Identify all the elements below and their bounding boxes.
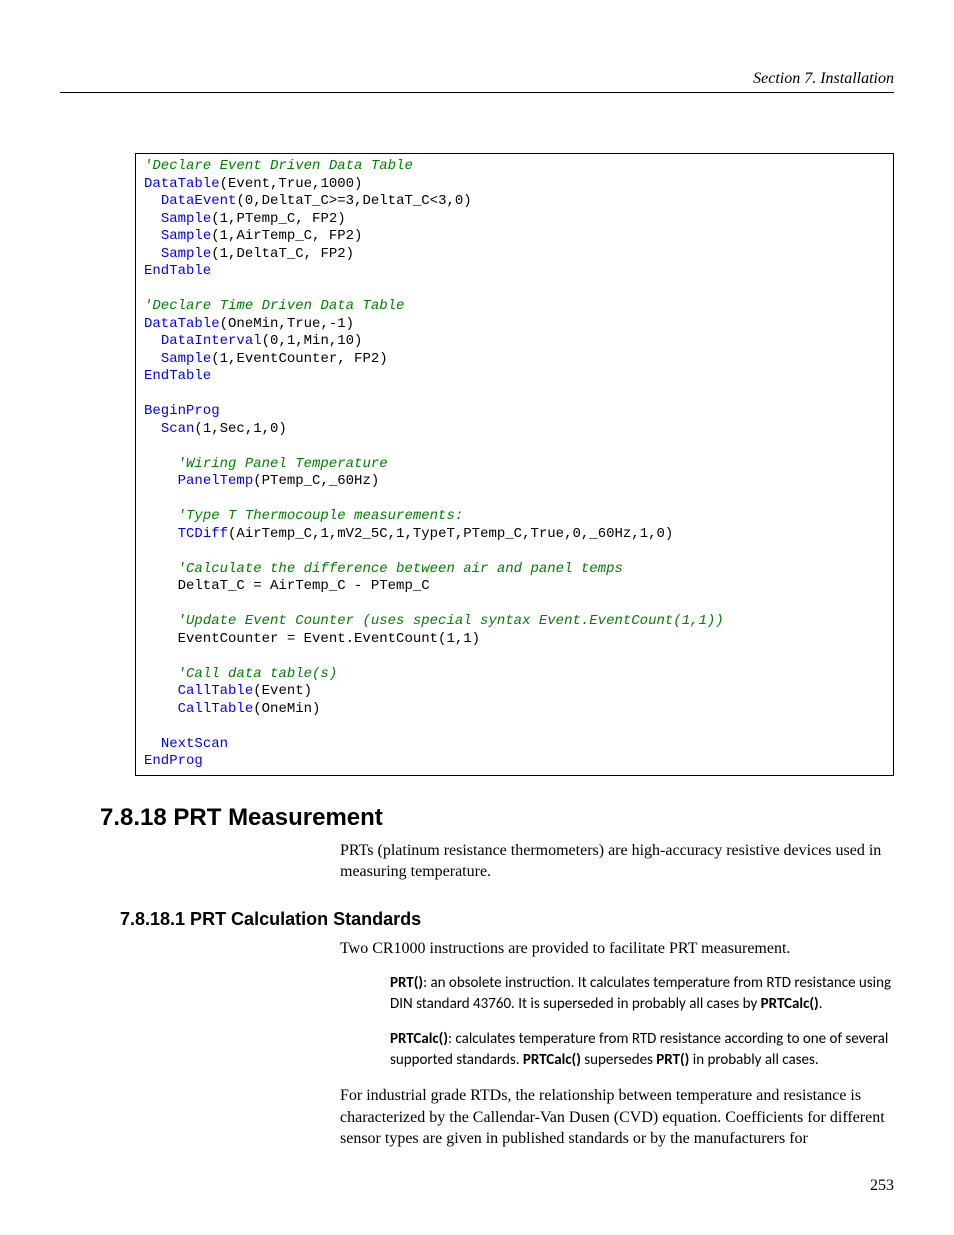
code-text: (1,AirTemp_C, FP2) xyxy=(211,228,362,244)
code-comment: 'Declare Event Driven Data Table xyxy=(144,158,413,174)
code-keyword: DataEvent xyxy=(161,193,237,209)
code-keyword: Scan xyxy=(161,421,195,437)
page-header: Section 7. Installation xyxy=(60,70,894,93)
code-text: (Event,True,1000) xyxy=(220,176,363,192)
term-prtcalc: PRTCalc() xyxy=(523,1051,581,1069)
heading-prt-calc-standards: 7.8.18.1 PRT Calculation Standards xyxy=(120,909,894,930)
code-keyword: BeginProg xyxy=(144,403,220,419)
code-keyword: CallTable xyxy=(178,701,254,717)
code-listing: 'Declare Event Driven Data Table DataTab… xyxy=(135,153,894,776)
code-text: (OneMin) xyxy=(253,701,320,717)
code-keyword: DataTable xyxy=(144,176,220,192)
code-text: DeltaT_C = AirTemp_C - PTemp_C xyxy=(144,578,430,594)
paragraph: For industrial grade RTDs, the relations… xyxy=(340,1085,894,1150)
term-prt: PRT() xyxy=(390,974,423,992)
code-text: (1,Sec,1,0) xyxy=(194,421,286,437)
code-keyword: EndTable xyxy=(144,368,211,384)
document-page: Section 7. Installation 'Declare Event D… xyxy=(0,0,954,1235)
definition-text: . xyxy=(819,995,823,1013)
code-comment: 'Calculate the difference between air an… xyxy=(178,561,623,577)
term-prtcalc: PRTCalc() xyxy=(390,1030,448,1048)
code-text: (OneMin,True,-1) xyxy=(220,316,354,332)
code-comment: 'Wiring Panel Temperature xyxy=(178,456,388,472)
paragraph: PRTs (platinum resistance thermometers) … xyxy=(340,840,894,883)
term-prt: PRT() xyxy=(656,1051,689,1069)
code-keyword: EndProg xyxy=(144,753,203,769)
code-keyword: DataTable xyxy=(144,316,220,332)
definition-text: in probably all cases. xyxy=(689,1051,818,1069)
code-text: (0,DeltaT_C>=3,DeltaT_C<3,0) xyxy=(236,193,471,209)
code-text: (PTemp_C,_60Hz) xyxy=(253,473,379,489)
code-comment: 'Type T Thermocouple measurements: xyxy=(178,508,464,524)
code-text: (1,PTemp_C, FP2) xyxy=(211,211,345,227)
definition-text: supersedes xyxy=(581,1051,656,1069)
code-text: (AirTemp_C,1,mV2_5C,1,TypeT,PTemp_C,True… xyxy=(228,526,673,542)
code-keyword: DataInterval xyxy=(161,333,262,349)
code-keyword: PanelTemp xyxy=(178,473,254,489)
code-comment: 'Declare Time Driven Data Table xyxy=(144,298,404,314)
code-keyword: Sample xyxy=(161,228,211,244)
code-keyword: Sample xyxy=(161,211,211,227)
definition-block-prt: PRT(): an obsolete instruction. It calcu… xyxy=(390,973,894,1015)
code-comment: 'Update Event Counter (uses special synt… xyxy=(178,613,724,629)
term-prtcalc: PRTCalc() xyxy=(761,995,819,1013)
paragraph: Two CR1000 instructions are provided to … xyxy=(340,938,894,960)
code-text: (1,DeltaT_C, FP2) xyxy=(211,246,354,262)
code-comment: 'Call data table(s) xyxy=(178,666,338,682)
code-keyword: TCDiff xyxy=(178,526,228,542)
code-text: (Event) xyxy=(253,683,312,699)
page-number: 253 xyxy=(870,1177,894,1195)
code-keyword: NextScan xyxy=(161,736,228,752)
heading-prt-measurement: 7.8.18 PRT Measurement xyxy=(100,804,894,832)
code-text: EventCounter = Event.EventCount(1,1) xyxy=(144,631,480,647)
definition-block-prtcalc: PRTCalc(): calculates temperature from R… xyxy=(390,1029,894,1071)
code-keyword: Sample xyxy=(161,351,211,367)
code-text: (1,EventCounter, FP2) xyxy=(211,351,387,367)
code-text: (0,1,Min,10) xyxy=(262,333,363,349)
code-keyword: EndTable xyxy=(144,263,211,279)
code-keyword: Sample xyxy=(161,246,211,262)
code-keyword: CallTable xyxy=(178,683,254,699)
